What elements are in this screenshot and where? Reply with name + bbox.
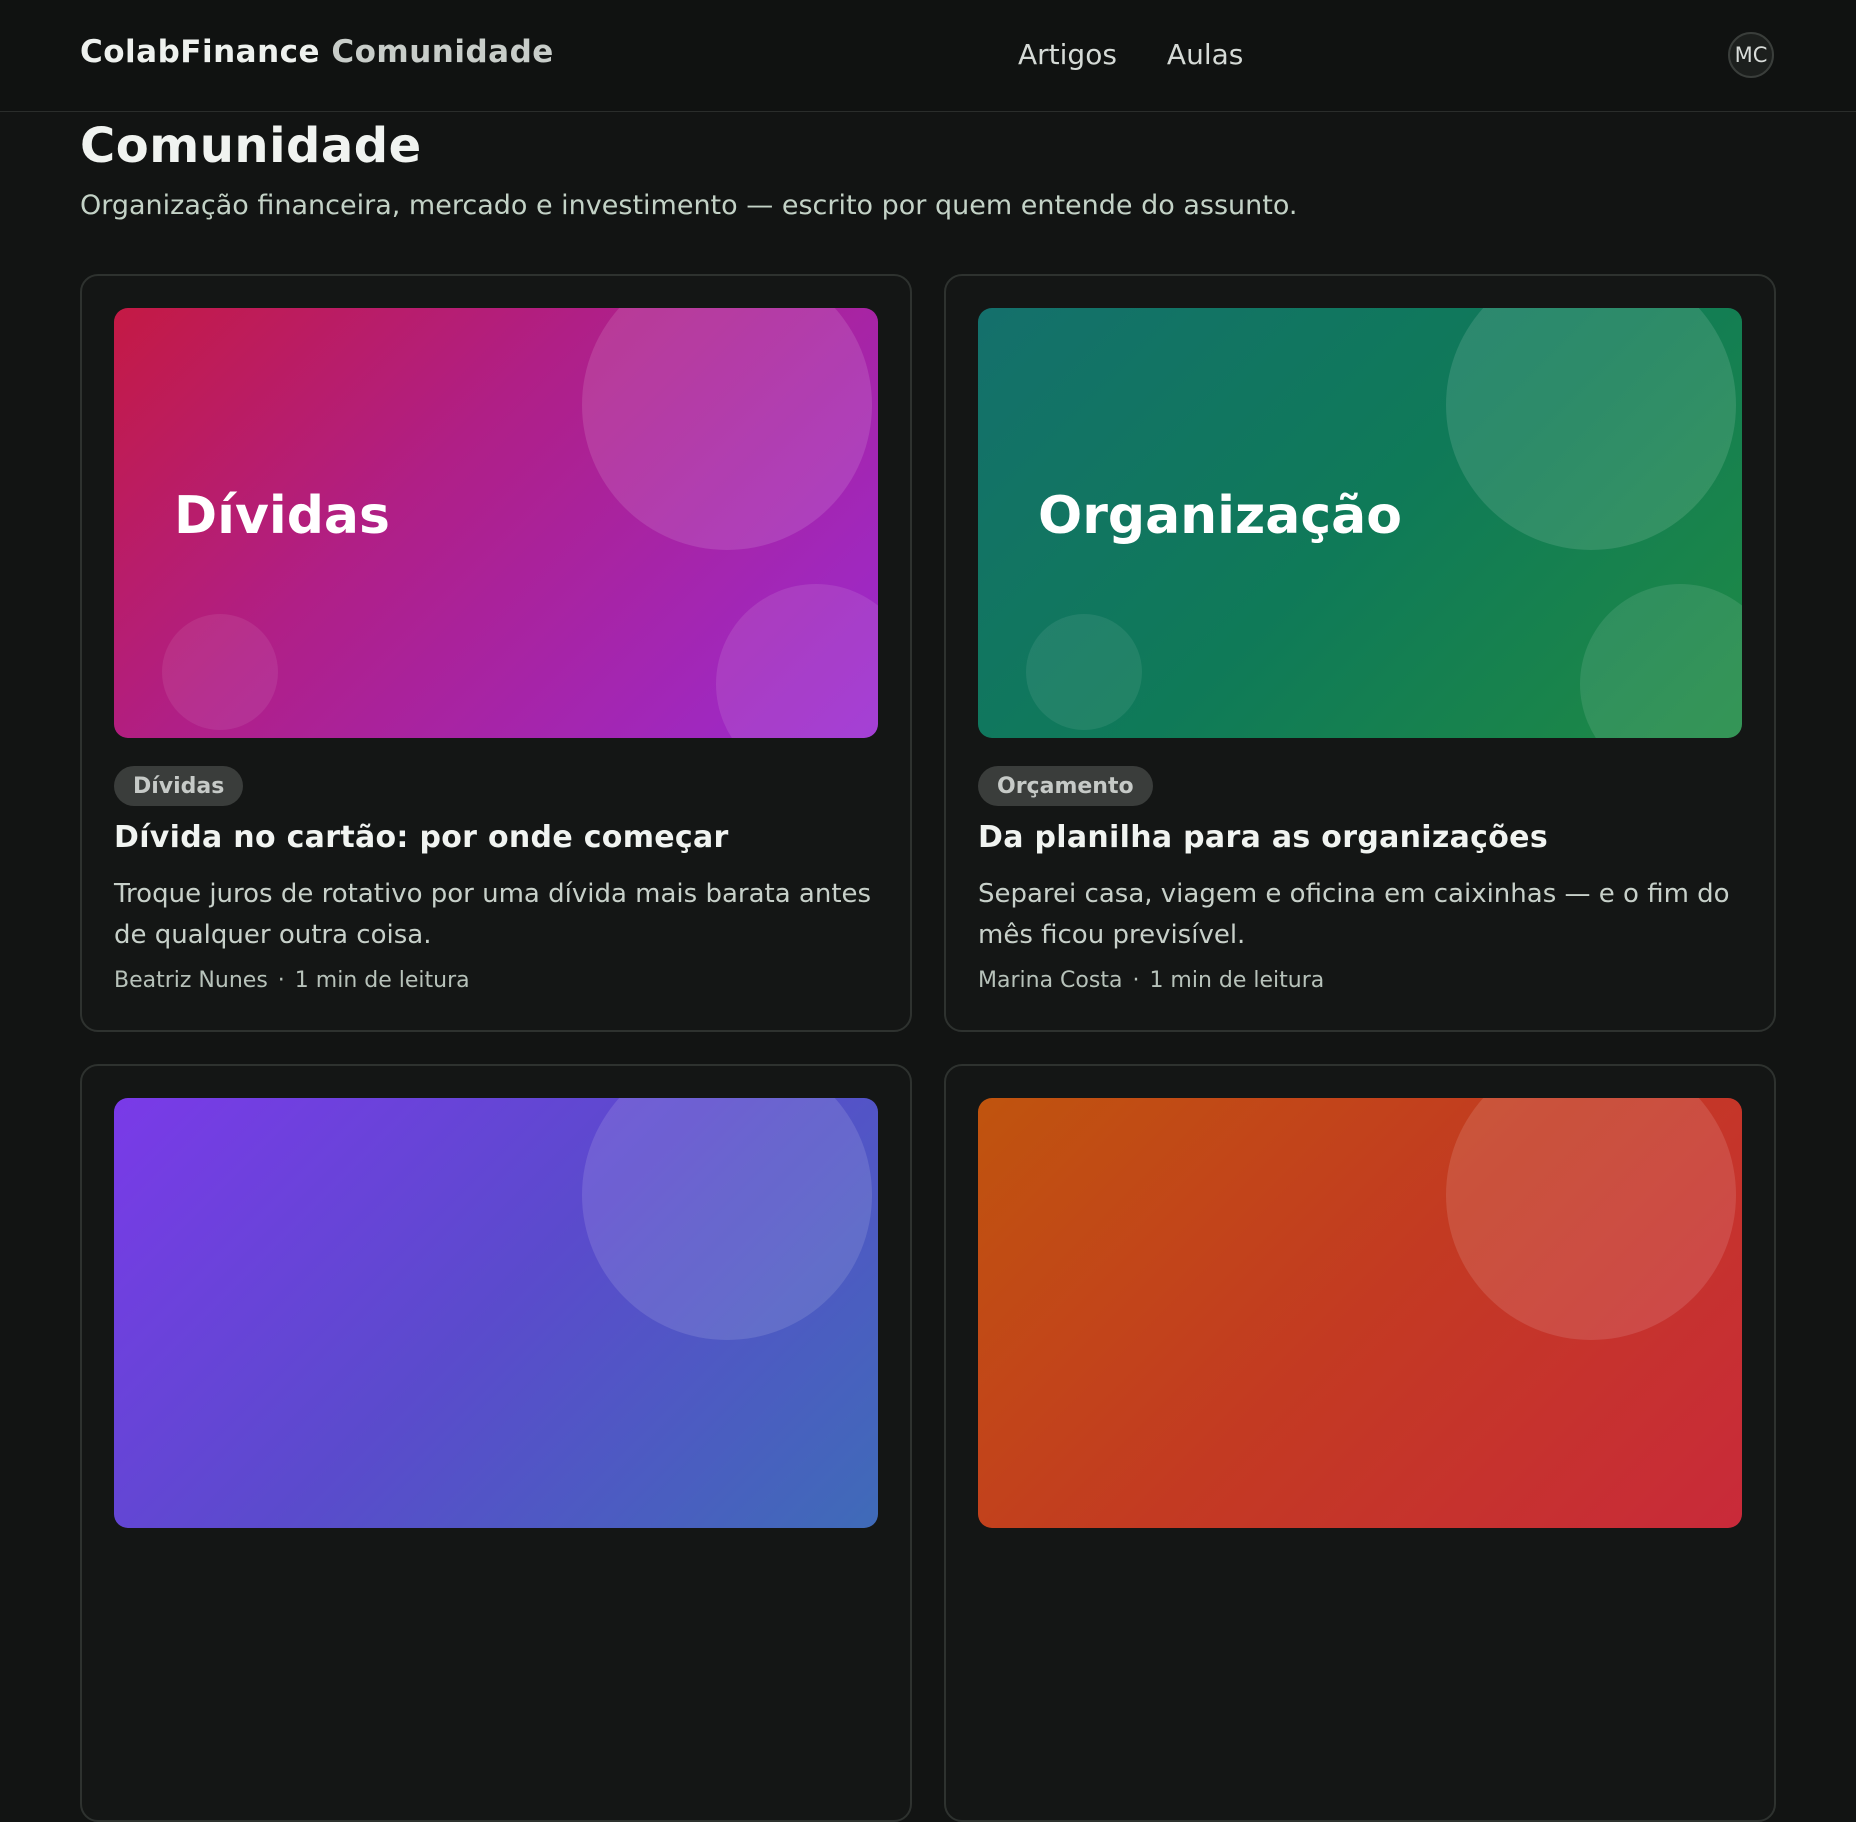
main-nav: Artigos Aulas xyxy=(1018,38,1243,71)
cover-decoration xyxy=(1026,614,1142,730)
user-avatar[interactable]: MC xyxy=(1728,32,1774,78)
article-read-time: 1 min de leitura xyxy=(1149,968,1325,993)
cover-decoration xyxy=(1446,1098,1736,1340)
article-cover-image[interactable]: Organização xyxy=(978,308,1742,738)
category-tag[interactable]: Dívidas xyxy=(114,766,244,806)
article-card[interactable]: Dívidas Dívidas Dívida no cartão: por on… xyxy=(80,274,912,1032)
cover-decoration xyxy=(162,614,278,730)
nav-link-aulas[interactable]: Aulas xyxy=(1167,38,1243,71)
meta-separator: · xyxy=(277,968,285,993)
article-title[interactable]: Dívida no cartão: por onde começar xyxy=(114,820,729,855)
article-cover-image[interactable] xyxy=(978,1098,1742,1528)
article-cover-image[interactable] xyxy=(114,1098,878,1528)
article-read-time: 1 min de leitura xyxy=(294,968,470,993)
brand-subname: Comunidade xyxy=(331,34,554,70)
top-header: ColabFinance Comunidade Artigos Aulas MC xyxy=(0,0,1856,112)
article-card[interactable] xyxy=(944,1064,1776,1822)
cover-label: Dívidas xyxy=(174,486,390,546)
article-excerpt: Separei casa, viagem e oficina em caixin… xyxy=(978,879,1730,950)
article-cover-image[interactable]: Dívidas xyxy=(114,308,878,738)
page-title: Comunidade xyxy=(80,118,422,174)
brand-logo[interactable]: ColabFinance Comunidade xyxy=(80,34,554,70)
nav-link-artigos[interactable]: Artigos xyxy=(1018,38,1117,71)
cover-decoration xyxy=(582,308,872,550)
cover-decoration xyxy=(716,584,878,738)
article-excerpt: Troque juros de rotativo por uma dívida … xyxy=(114,879,872,950)
page-subtitle: Organização financeira, mercado e invest… xyxy=(80,190,1298,221)
article-meta: Beatriz Nunes · 1 min de leitura xyxy=(114,968,470,993)
article-meta: Marina Costa · 1 min de leitura xyxy=(978,968,1324,993)
article-author: Marina Costa xyxy=(978,968,1123,993)
cover-decoration xyxy=(582,1098,872,1340)
article-card[interactable]: Organização Orçamento Da planilha para a… xyxy=(944,274,1776,1032)
cover-decoration xyxy=(1446,308,1736,550)
category-tag[interactable]: Orçamento xyxy=(978,766,1153,806)
cover-label: Organização xyxy=(1038,486,1402,546)
brand-name: ColabFinance xyxy=(80,34,321,70)
meta-separator: · xyxy=(1132,968,1140,993)
cover-decoration xyxy=(1580,584,1742,738)
article-author: Beatriz Nunes xyxy=(114,968,268,993)
article-title[interactable]: Da planilha para as organizações xyxy=(978,820,1548,855)
article-card[interactable] xyxy=(80,1064,912,1822)
